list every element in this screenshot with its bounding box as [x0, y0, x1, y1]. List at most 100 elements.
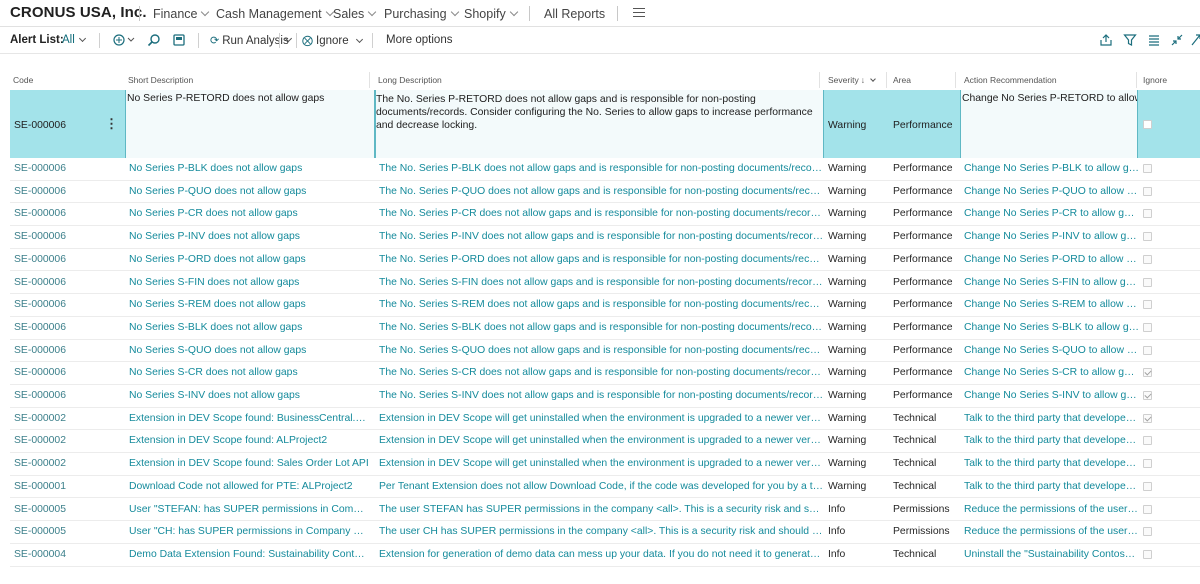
row-code[interactable]: SE-000006 — [14, 231, 119, 242]
ignore-checkbox[interactable] — [1143, 345, 1152, 355]
row-code[interactable]: SE-000004 — [14, 549, 119, 560]
row-short-description[interactable]: No Series S-REM does not allow gaps — [129, 299, 369, 310]
row-short-description[interactable]: No Series S-BLK does not allow gaps — [129, 322, 369, 333]
filter-icon[interactable] — [1122, 33, 1138, 49]
table-row[interactable]: SE-000005 User "CH: has SUPER permissions… — [10, 521, 1200, 544]
row-short-description[interactable]: User "STEFAN: has SUPER permissions in C… — [129, 504, 369, 515]
filter-dropdown[interactable]: All — [62, 34, 86, 46]
row-short-description[interactable]: Demo Data Extension Found: Sustainabilit… — [129, 549, 369, 560]
row-short-description[interactable]: No Series P-BLK does not allow gaps — [129, 163, 369, 174]
row-short-description[interactable]: User "CH: has SUPER permissions in Compa… — [129, 526, 369, 537]
row-action-recommendation[interactable]: Talk to the third party that developed t… — [964, 435, 1139, 446]
ignore-checkbox[interactable] — [1143, 120, 1152, 129]
nav-item-all-reports[interactable]: All Reports — [544, 7, 605, 21]
table-row[interactable]: SE-000001 Download Code not allowed for P… — [10, 476, 1200, 499]
row-long-description[interactable]: Extension in DEV Scope will get uninstal… — [379, 413, 824, 424]
ignore-checkbox[interactable] — [1143, 322, 1152, 332]
row-short-description[interactable]: No Series P-INV does not allow gaps — [129, 231, 369, 242]
row-short-description[interactable]: No Series S-CR does not allow gaps — [129, 367, 369, 378]
row-action-recommendation[interactable]: Uninstall the "Sustainability Contoso Co… — [964, 549, 1139, 560]
run-analysis-button[interactable]: ⟳ Run Analysis — [210, 34, 289, 47]
ignore-checkbox[interactable] — [1143, 527, 1152, 537]
row-action-recommendation[interactable]: Change No Series P-ORD to allow gaps — [964, 254, 1139, 265]
row-long-description[interactable]: The No. Series S-BLK does not allow gaps… — [379, 322, 824, 333]
row-short-description[interactable]: Extension in DEV Scope found: ALProject2 — [129, 435, 369, 446]
ignore-checkbox[interactable] — [1143, 413, 1152, 423]
ignore-checkbox[interactable] — [1143, 209, 1152, 219]
row-action-recommendation[interactable]: Reduce the permissions of the user CH in… — [964, 526, 1139, 537]
ignore-checkbox[interactable] — [1143, 254, 1152, 264]
nav-item-purchasing[interactable]: Purchasing — [384, 7, 459, 21]
row-code[interactable]: SE-000006 — [14, 322, 119, 333]
company-name[interactable]: CRONUS USA, Inc. — [10, 4, 147, 21]
table-row[interactable]: SE-000006 No Series S-FIN does not allow … — [10, 272, 1200, 295]
table-row[interactable]: SE-000006 No Series P-INV does not allow … — [10, 226, 1200, 249]
row-code[interactable]: SE-000006 — [14, 186, 119, 197]
row-long-description[interactable]: The No. Series P-ORD does not allow gaps… — [379, 254, 824, 265]
column-header-area[interactable]: Area — [893, 75, 911, 85]
row-action-recommendation[interactable]: Change No Series P-INV to allow gaps — [964, 231, 1139, 242]
ignore-checkbox[interactable] — [1143, 391, 1152, 400]
row-action-recommendation[interactable]: Change No Series P-CR to allow gaps — [964, 208, 1139, 219]
row-long-description[interactable]: The No. Series P-CR does not allow gaps … — [379, 208, 824, 219]
row-code[interactable]: SE-000006 — [14, 299, 119, 310]
row-long-description[interactable]: The No. Series S-INV does not allow gaps… — [379, 390, 824, 401]
table-row[interactable]: SE-000004 Demo Data Extension Found: Sust… — [10, 544, 1200, 567]
table-row[interactable]: SE-000006 No Series S-QUO does not allow … — [10, 340, 1200, 363]
nav-item-cash-management[interactable]: Cash Management — [216, 7, 334, 21]
row-action-recommendation[interactable]: Change No Series S-CR to allow gaps — [964, 367, 1139, 378]
row-short-description[interactable]: No Series S-FIN does not allow gaps — [129, 277, 369, 288]
row-long-description[interactable]: Extension in DEV Scope will get uninstal… — [379, 458, 824, 469]
table-row[interactable]: SE-000006 No Series P-QUO does not allow … — [10, 181, 1200, 204]
row-short-description[interactable]: Download Code not allowed for PTE: ALPro… — [129, 481, 369, 492]
row-action-recommendation[interactable]: Change No Series P-BLK to allow gaps — [964, 163, 1139, 174]
selected-long-cell[interactable]: The No. Series P-RETORD does not allow g… — [375, 90, 824, 158]
row-code[interactable]: SE-000002 — [14, 458, 119, 469]
ignore-checkbox[interactable] — [1143, 436, 1152, 446]
row-code[interactable]: SE-000001 — [14, 481, 119, 492]
ignore-checkbox[interactable] — [1143, 232, 1152, 242]
selected-short-cell[interactable]: No Series P-RETORD does not allow gaps — [125, 90, 375, 158]
row-code[interactable]: SE-000002 — [14, 413, 119, 424]
ignore-checkbox[interactable] — [1143, 549, 1152, 559]
row-code[interactable]: SE-000006 — [14, 120, 66, 131]
filter-pane-icon[interactable] — [112, 33, 136, 49]
row-code[interactable]: SE-000006 — [14, 163, 119, 174]
row-long-description[interactable]: Per Tenant Extension does not allow Down… — [379, 481, 824, 492]
row-long-description[interactable]: The No. Series P-QUO does not allow gaps… — [379, 186, 824, 197]
row-code[interactable]: SE-000002 — [14, 435, 119, 446]
row-code[interactable]: SE-000005 — [14, 526, 119, 537]
run-analysis-split-chevron[interactable] — [281, 34, 293, 46]
table-row[interactable]: SE-000006 No Series P-CR does not allow g… — [10, 203, 1200, 227]
row-short-description[interactable]: No Series P-ORD does not allow gaps — [129, 254, 369, 265]
row-action-recommendation[interactable]: Talk to the third party that developed t… — [964, 481, 1139, 492]
table-row[interactable]: SE-000002 Extension in DEV Scope found: B… — [10, 408, 1200, 431]
row-short-description[interactable]: No Series S-INV does not allow gaps — [129, 390, 369, 401]
row-action-recommendation[interactable]: Talk to the third party that developed t… — [964, 413, 1139, 424]
table-row[interactable]: SE-000002 Extension in DEV Scope found: A… — [10, 430, 1200, 454]
row-action-recommendation[interactable]: Change No Series S-FIN to allow gaps — [964, 277, 1139, 288]
table-row[interactable]: SE-000005 User "STEFAN: has SUPER permiss… — [10, 499, 1200, 522]
excel-icon[interactable] — [171, 33, 187, 49]
row-long-description[interactable]: The No. Series S-QUO does not allow gaps… — [379, 345, 824, 356]
row-short-description[interactable]: No Series S-QUO does not allow gaps — [129, 345, 369, 356]
row-short-description[interactable]: No Series P-QUO does not allow gaps — [129, 186, 369, 197]
ignore-checkbox[interactable] — [1143, 277, 1152, 287]
nav-item-sales[interactable]: Sales — [333, 7, 377, 21]
row-code[interactable]: SE-000006 — [14, 254, 119, 265]
row-long-description[interactable]: The No. Series P-INV does not allow gaps… — [379, 231, 824, 242]
table-row[interactable]: SE-000006 No Series P-BLK does not allow … — [10, 158, 1200, 181]
row-code[interactable]: SE-000006 — [14, 208, 119, 219]
row-code[interactable]: SE-000006 — [14, 345, 119, 356]
table-row[interactable]: SE-000006 No Series S-CR does not allow g… — [10, 362, 1200, 385]
row-code[interactable]: SE-000006 — [14, 367, 119, 378]
table-row[interactable]: SE-000002 Extension in DEV Scope found: S… — [10, 453, 1200, 476]
column-header-code[interactable]: Code — [13, 75, 33, 85]
search-icon[interactable] — [146, 33, 162, 49]
column-header-long-description[interactable]: Long Description — [378, 75, 442, 85]
hamburger-menu-icon[interactable] — [633, 8, 645, 17]
row-action-recommendation[interactable]: Change No Series S-BLK to allow gaps — [964, 322, 1139, 333]
row-long-description[interactable]: The No. Series S-REM does not allow gaps… — [379, 299, 824, 310]
row-actions-ellipsis-icon[interactable]: ⋮ — [105, 117, 118, 130]
share-icon[interactable] — [1098, 33, 1114, 49]
